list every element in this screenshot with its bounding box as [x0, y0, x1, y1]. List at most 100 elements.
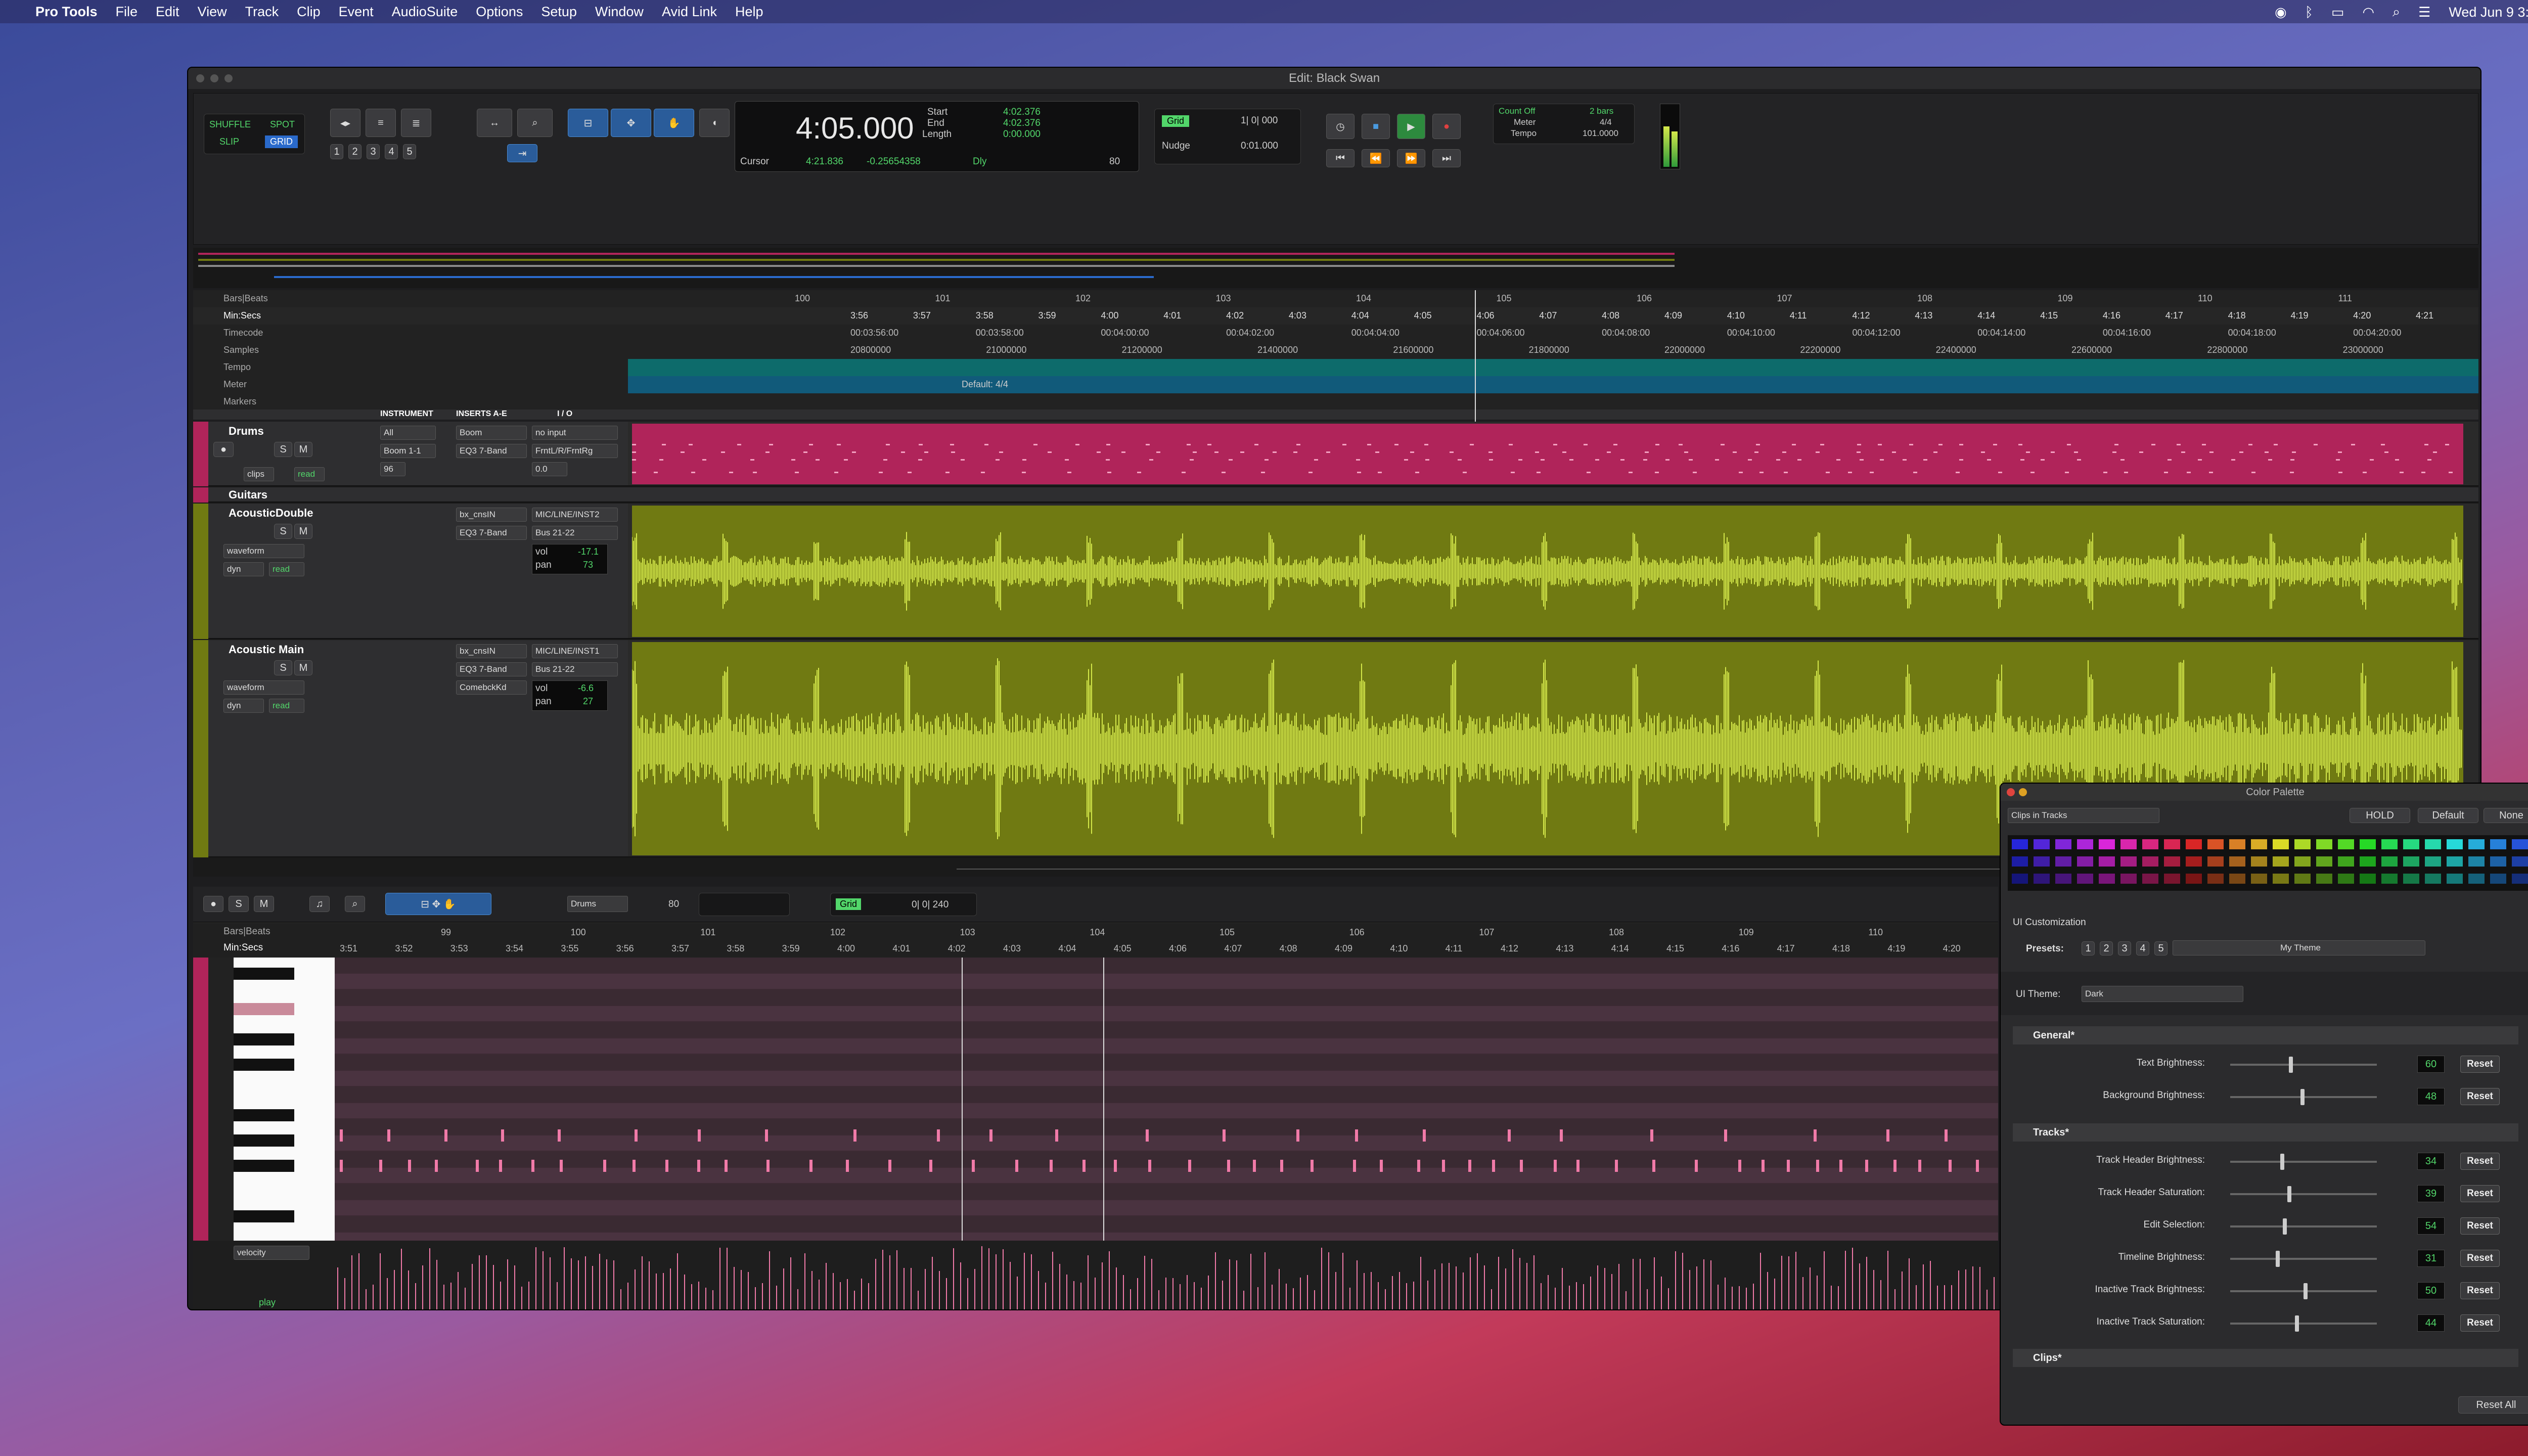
velocity-stalk[interactable] — [627, 1283, 628, 1310]
velocity-stalk[interactable] — [1902, 1271, 1903, 1310]
velocity-stalk[interactable] — [1038, 1271, 1039, 1310]
zoom-preset-2[interactable]: 2 — [348, 144, 362, 159]
velocity-stalk[interactable] — [373, 1285, 374, 1310]
setting-value[interactable]: 48 — [2417, 1088, 2445, 1105]
zoom-midi-button[interactable]: ≣ — [401, 109, 431, 137]
velocity-stalk[interactable] — [1222, 1281, 1223, 1310]
color-swatch[interactable] — [2468, 856, 2485, 867]
ruler-markers[interactable]: Markers — [193, 393, 2478, 411]
setting-value[interactable]: 31 — [2417, 1250, 2445, 1267]
length-value[interactable]: 0:00.000 — [1003, 129, 1041, 140]
velocity-stalk[interactable] — [1569, 1286, 1570, 1310]
velocity-stalk[interactable] — [833, 1273, 834, 1310]
midi-note[interactable] — [1615, 1160, 1618, 1172]
setting-value[interactable]: 50 — [2417, 1282, 2445, 1299]
velocity-stalk[interactable] — [1095, 1278, 1096, 1310]
velocity-stalk[interactable] — [514, 1265, 515, 1310]
automation-mode-ad[interactable]: read — [269, 562, 304, 576]
velocity-stalk[interactable] — [1583, 1284, 1584, 1310]
color-swatch[interactable] — [2316, 839, 2332, 849]
velocity-stalk[interactable] — [804, 1253, 805, 1310]
color-swatch[interactable] — [2012, 839, 2028, 849]
velocity-stalk[interactable] — [670, 1268, 671, 1310]
velocity-stalk[interactable] — [1831, 1286, 1832, 1310]
velocity-stalk[interactable] — [1052, 1252, 1053, 1310]
setting-reset-button[interactable]: Reset — [2460, 1153, 2500, 1170]
velocity-stalk[interactable] — [1151, 1259, 1152, 1310]
velocity-stalk[interactable] — [1810, 1267, 1811, 1310]
velocity-stalk[interactable] — [698, 1282, 699, 1310]
velocity-stalk[interactable] — [1378, 1282, 1379, 1310]
velocity-stalk[interactable] — [479, 1255, 480, 1310]
velocity-stalk[interactable] — [599, 1254, 600, 1310]
color-swatch[interactable] — [2338, 874, 2354, 884]
velocity-stalk[interactable] — [960, 1262, 961, 1310]
color-swatch[interactable] — [2120, 874, 2137, 884]
velocity-stalk[interactable] — [1753, 1284, 1754, 1310]
color-swatch[interactable] — [2381, 874, 2398, 884]
color-swatch[interactable] — [2055, 874, 2071, 884]
velocity-stalk[interactable] — [472, 1264, 473, 1310]
velocity-stalk[interactable] — [1364, 1273, 1365, 1310]
minimize-window-icon[interactable] — [210, 74, 218, 82]
velocity-stalk[interactable] — [875, 1259, 876, 1310]
grid-mode-button[interactable]: GRID — [265, 135, 298, 148]
piano-black-key[interactable] — [234, 1160, 294, 1172]
velocity-stalk[interactable] — [1994, 1277, 1995, 1310]
midi-note[interactable] — [1380, 1160, 1383, 1172]
midi-note[interactable] — [1762, 1160, 1765, 1172]
velocity-stalk[interactable] — [1795, 1252, 1796, 1310]
velocity-stalk[interactable] — [946, 1278, 947, 1310]
velocity-stalk[interactable] — [1130, 1289, 1131, 1310]
midi-mute-button[interactable]: M — [254, 896, 274, 912]
velocity-stalk[interactable] — [1498, 1257, 1499, 1310]
velocity-stalk[interactable] — [953, 1248, 954, 1310]
setting-slider[interactable] — [2230, 1186, 2377, 1202]
color-swatch[interactable] — [2447, 874, 2463, 884]
midi-note[interactable] — [1492, 1160, 1495, 1172]
palette-minimize-icon[interactable] — [2019, 788, 2027, 796]
midi-note[interactable] — [937, 1129, 940, 1142]
velocity-stalk[interactable] — [1541, 1283, 1542, 1310]
midi-tempo-value[interactable]: 80 — [668, 899, 679, 910]
zoom-out-button[interactable]: ◂▸ — [330, 109, 360, 137]
reset-all-button[interactable]: Reset All — [2458, 1396, 2528, 1414]
color-swatch[interactable] — [2403, 856, 2419, 867]
velocity-stalk[interactable] — [1080, 1283, 1081, 1310]
menu-clip[interactable]: Clip — [297, 4, 321, 20]
velocity-stalk[interactable] — [1852, 1248, 1853, 1310]
color-swatch[interactable] — [2273, 839, 2289, 849]
mute-button-am[interactable]: M — [294, 660, 312, 675]
midi-solo-button[interactable]: S — [229, 896, 249, 912]
color-swatch[interactable] — [2055, 856, 2071, 867]
insert-slot-b-drums[interactable]: EQ3 7-Band — [456, 444, 527, 458]
instrument-all[interactable]: All — [380, 426, 436, 440]
velocity-stalk[interactable] — [1562, 1268, 1563, 1310]
vol-pan-ad[interactable]: vol -17.1 pan 73 — [532, 544, 608, 574]
velocity-stalk[interactable] — [974, 1269, 975, 1310]
velocity-stalk[interactable] — [507, 1259, 508, 1310]
color-swatch[interactable] — [2077, 856, 2093, 867]
velocity-stalk[interactable] — [896, 1250, 897, 1310]
midi-note[interactable] — [1050, 1160, 1053, 1172]
velocity-stalk[interactable] — [1413, 1282, 1414, 1310]
midi-note[interactable] — [635, 1129, 638, 1142]
color-swatch[interactable] — [2207, 856, 2224, 867]
velocity-stalk[interactable] — [889, 1255, 890, 1310]
velocity-stalk[interactable] — [797, 1289, 798, 1310]
setting-reset-button[interactable]: Reset — [2460, 1185, 2500, 1202]
grabber-blue-icon[interactable]: ⇥ — [507, 144, 537, 162]
midi-note[interactable] — [1082, 1160, 1086, 1172]
velocity-stalk[interactable] — [1739, 1286, 1740, 1310]
velocity-stalk[interactable] — [1604, 1268, 1605, 1310]
color-swatch[interactable] — [2251, 839, 2267, 849]
color-swatch[interactable] — [2142, 839, 2158, 849]
velocity-stalk[interactable] — [1944, 1285, 1945, 1310]
color-swatch[interactable] — [2425, 856, 2441, 867]
midi-note[interactable] — [1146, 1129, 1149, 1142]
velocity-stalk[interactable] — [1102, 1262, 1103, 1310]
setting-slider[interactable] — [2230, 1315, 2377, 1332]
velocity-stalk[interactable] — [1066, 1275, 1067, 1310]
slider-knob[interactable] — [2287, 1186, 2292, 1202]
velocity-stalk[interactable] — [408, 1270, 409, 1310]
